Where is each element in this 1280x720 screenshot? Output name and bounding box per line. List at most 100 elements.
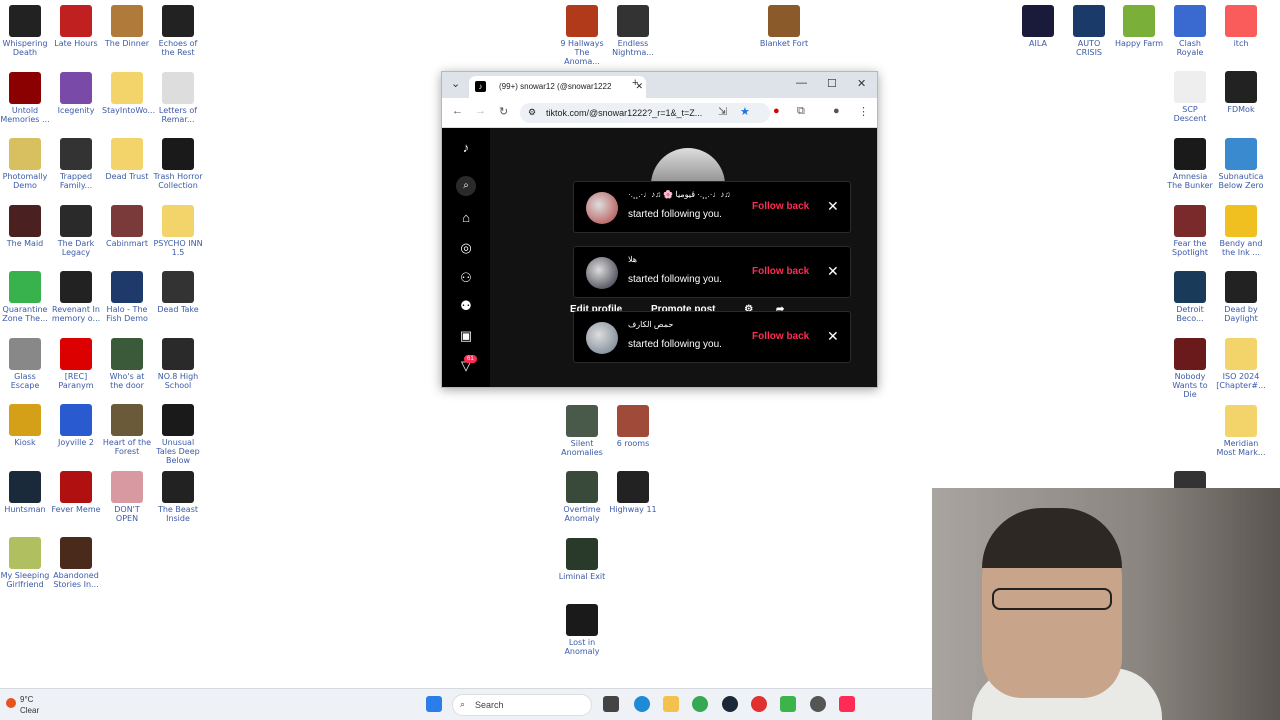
minimize-button[interactable]: — <box>796 77 807 89</box>
extension-adblock-icon[interactable]: ● <box>773 105 780 117</box>
desktop-icon[interactable]: Whispering Death <box>0 5 50 57</box>
maximize-button[interactable]: ☐ <box>827 77 837 90</box>
reload-icon[interactable]: ↻ <box>499 105 508 118</box>
app-icon-green[interactable] <box>780 696 796 712</box>
desktop-icon[interactable]: PSYCHO INN 1.5 <box>153 204 203 257</box>
desktop-icon[interactable]: Echoes of the Rest <box>153 5 203 57</box>
desktop-icon[interactable]: Silent Anomalies <box>557 405 607 457</box>
desktop-icon[interactable]: FDMok <box>1216 71 1266 114</box>
desktop-icon[interactable]: Late Hours <box>51 5 101 48</box>
desktop-icon[interactable]: Amnesia The Bunker <box>1165 138 1215 190</box>
notification-avatar[interactable] <box>586 192 618 224</box>
desktop-icon[interactable]: Detroit Beco... <box>1165 271 1215 323</box>
forward-icon[interactable]: → <box>475 105 486 117</box>
notification-username[interactable]: حمص الكارف <box>628 320 673 330</box>
desktop-icon[interactable]: Icegenity <box>51 71 101 115</box>
desktop-icon[interactable]: Untold Memories ... <box>0 71 50 124</box>
desktop-icon[interactable]: Joyville 2 <box>51 404 101 447</box>
following-icon[interactable]: ⚇ <box>457 270 475 286</box>
desktop-icon[interactable]: Huntsman <box>0 470 50 514</box>
desktop-icon[interactable]: The Maid <box>0 204 50 248</box>
home-icon[interactable]: ⌂ <box>457 210 475 225</box>
desktop-icon[interactable]: itch <box>1216 5 1266 48</box>
desktop-icon[interactable]: The Dark Legacy <box>51 204 101 257</box>
desktop-icon[interactable]: Quarantine Zone The... <box>0 271 50 323</box>
back-icon[interactable]: ← <box>452 105 463 117</box>
weather-icon[interactable] <box>6 698 16 708</box>
desktop-icon[interactable]: Cabinmart <box>102 204 152 248</box>
desktop-icon[interactable]: AUTO CRISIS <box>1064 5 1114 57</box>
app-icon-red[interactable] <box>751 696 767 712</box>
notification-username[interactable]: هلا <box>628 255 637 265</box>
desktop-icon[interactable]: Revenant In memory o... <box>51 271 101 323</box>
task-view-icon[interactable] <box>603 696 619 712</box>
desktop-icon[interactable]: Heart of the Forest <box>102 404 152 456</box>
weather-widget[interactable]: 9°C Clear <box>20 694 39 716</box>
menu-kebab-icon[interactable]: ⋮ <box>858 105 869 118</box>
obs-icon[interactable] <box>810 696 826 712</box>
bookmark-star-icon[interactable]: ★ <box>740 105 750 118</box>
desktop-icon[interactable]: Highway 11 <box>608 471 658 514</box>
desktop-icon[interactable]: Bendy and the Ink ... <box>1216 205 1266 257</box>
desktop-icon[interactable]: Unusual Tales Deep Below <box>153 404 203 465</box>
dismiss-notification-icon[interactable]: ✕ <box>827 198 839 215</box>
desktop-icon[interactable]: DON'T OPEN <box>102 470 152 523</box>
desktop-icon[interactable]: Dead by Daylight <box>1216 271 1266 323</box>
desktop-icon[interactable]: Fear the Spotlight <box>1165 205 1215 257</box>
chrome-icon[interactable] <box>692 696 708 712</box>
desktop-icon[interactable]: NO.8 High School <box>153 337 203 390</box>
desktop-icon[interactable]: Blanket Fort <box>759 5 809 48</box>
install-app-icon[interactable]: ⇲ <box>718 105 727 118</box>
follow-back-button[interactable]: Follow back <box>752 201 809 212</box>
new-tab-button[interactable]: + <box>632 77 638 89</box>
desktop-icon[interactable]: Nobody Wants to Die <box>1165 338 1215 399</box>
notification-avatar[interactable] <box>586 257 618 289</box>
desktop-icon[interactable]: The Dinner <box>102 5 152 48</box>
follow-back-button[interactable]: Follow back <box>752 331 809 342</box>
tiktok-taskbar-icon[interactable] <box>839 696 855 712</box>
tiktok-logo-icon[interactable]: ♪ <box>457 140 475 155</box>
desktop-icon[interactable]: Trapped Family... <box>51 138 101 190</box>
desktop-icon[interactable]: Subnautica Below Zero <box>1216 138 1266 190</box>
desktop-icon[interactable]: Happy Farm <box>1114 5 1164 48</box>
desktop-icon[interactable]: The Beast Inside <box>153 470 203 523</box>
edge-icon[interactable] <box>634 696 650 712</box>
desktop-icon[interactable]: Dead Take <box>153 271 203 314</box>
desktop-icon[interactable]: Glass Escape <box>0 337 50 390</box>
tab-tiktok[interactable]: ♪ (99+) snowar12 (@snowar1222 ✕ <box>469 76 646 98</box>
profile-icon[interactable]: ● <box>833 105 840 117</box>
desktop-icon[interactable]: Lost in Anomaly <box>557 604 607 656</box>
address-bar[interactable]: ⚙ tiktok.com/@snowar1222?_r=1&_t=Z... <box>520 103 770 123</box>
file-explorer-icon[interactable] <box>663 696 679 712</box>
dismiss-notification-icon[interactable]: ✕ <box>827 328 839 345</box>
desktop-icon[interactable]: [REC] Paranym <box>51 337 101 390</box>
follow-back-button[interactable]: Follow back <box>752 266 809 277</box>
windows-start-icon[interactable] <box>426 696 442 712</box>
dismiss-notification-icon[interactable]: ✕ <box>827 263 839 280</box>
close-window-button[interactable]: ✕ <box>857 77 866 90</box>
desktop-icon[interactable]: Overtime Anomaly <box>557 471 607 523</box>
notification-username[interactable]: ·.¸¸.·♩♪♫ 🌸 ڤيوميا ·.¸¸.·♩♪♫ <box>628 190 730 200</box>
search-icon[interactable]: ⌕ <box>456 176 476 196</box>
notification-avatar[interactable] <box>586 322 618 354</box>
desktop-icon[interactable]: Clash Royale <box>1165 5 1215 57</box>
live-icon[interactable]: ▣ <box>457 328 475 344</box>
site-info-icon[interactable]: ⚙ <box>528 107 536 118</box>
desktop-icon[interactable]: AILA <box>1013 5 1063 48</box>
friends-icon[interactable]: ⚉ <box>457 298 475 314</box>
desktop-icon[interactable]: 6 rooms <box>608 405 658 448</box>
explore-icon[interactable]: ◎ <box>457 240 475 256</box>
desktop-icon[interactable]: Who's at the door <box>102 337 152 390</box>
taskbar-search[interactable]: ⌕ Search <box>452 694 592 716</box>
desktop-icon[interactable]: Meridian Most Mark... <box>1216 405 1266 457</box>
extensions-icon[interactable]: ⧉ <box>797 105 805 118</box>
desktop-icon[interactable]: Trash Horror Collection <box>153 138 203 190</box>
desktop-icon[interactable]: Kiosk <box>0 404 50 447</box>
desktop-icon[interactable]: Endless Nightma... <box>608 5 658 57</box>
desktop-icon[interactable]: 9 Hallways The Anoma... <box>557 5 607 66</box>
desktop-icon[interactable]: StayIntoWo... <box>102 71 155 115</box>
desktop-icon[interactable]: Fever Meme <box>51 470 101 514</box>
desktop-icon[interactable]: Dead Trust <box>102 138 152 181</box>
desktop-icon[interactable]: ISO 2024 [Chapter#... <box>1216 338 1266 390</box>
tab-search-chevron-icon[interactable]: ⌄ <box>451 77 460 90</box>
